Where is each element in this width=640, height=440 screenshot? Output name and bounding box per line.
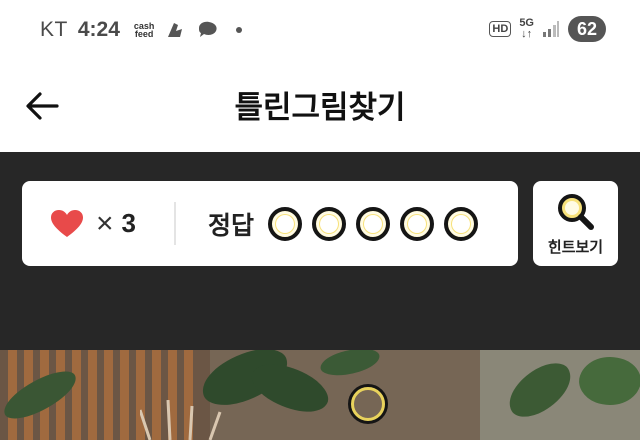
answers-indicator: 정답 xyxy=(208,181,479,266)
answer-slot-1 xyxy=(268,206,303,241)
more-notifications-dot xyxy=(236,27,243,33)
status-bar: KT 4:24 cash feed HD 5G ↓↑ 62 xyxy=(0,0,640,62)
photo-slat xyxy=(88,350,97,440)
answer-slot-4 xyxy=(400,206,435,241)
puzzle-image[interactable] xyxy=(0,350,640,440)
answer-slots xyxy=(268,206,479,241)
hint-button-label: 힌트보기 xyxy=(547,239,604,256)
photo-slat xyxy=(120,350,129,440)
answer-slot-5 xyxy=(444,206,479,241)
heart-icon xyxy=(51,209,83,237)
magnifier-icon xyxy=(558,194,594,230)
chat-bubble-icon xyxy=(199,21,218,37)
network-label: 5G xyxy=(519,17,534,29)
app-bar: 틀린그림찾기 xyxy=(0,62,640,152)
status-card: × 3 정답 xyxy=(22,181,518,266)
lives-count: 3 xyxy=(121,208,136,238)
found-difference-marker xyxy=(348,384,388,424)
hd-badge: HD xyxy=(489,21,512,37)
photo-slat xyxy=(72,350,81,440)
lives-indicator: × 3 xyxy=(50,181,136,266)
battery-indicator: 62 xyxy=(568,16,606,42)
page-title: 틀린그림찾기 xyxy=(234,90,406,125)
cashfeed-text-2: feed xyxy=(134,29,154,39)
answer-slot-3 xyxy=(356,206,391,241)
hint-button[interactable]: 힌트보기 xyxy=(533,181,618,266)
signal-icon xyxy=(543,21,559,37)
network-5g-icon: 5G ↓↑ xyxy=(519,17,534,40)
carrier-label: KT xyxy=(40,18,68,41)
photo-slat xyxy=(104,350,113,440)
notification-app-icon xyxy=(168,23,183,37)
answers-label: 정답 xyxy=(208,211,255,240)
times-symbol: × xyxy=(96,206,114,240)
game-panel: × 3 정답 힌트보기 xyxy=(0,152,640,350)
cashfeed-icon: cash feed xyxy=(134,22,155,39)
card-divider xyxy=(174,202,176,245)
status-right: HD 5G ↓↑ 62 xyxy=(489,16,606,42)
status-left: KT 4:24 cash feed xyxy=(40,18,243,42)
answer-slot-2 xyxy=(312,206,347,241)
clock: 4:24 xyxy=(77,18,120,41)
photo-reed-sticks xyxy=(140,400,222,440)
